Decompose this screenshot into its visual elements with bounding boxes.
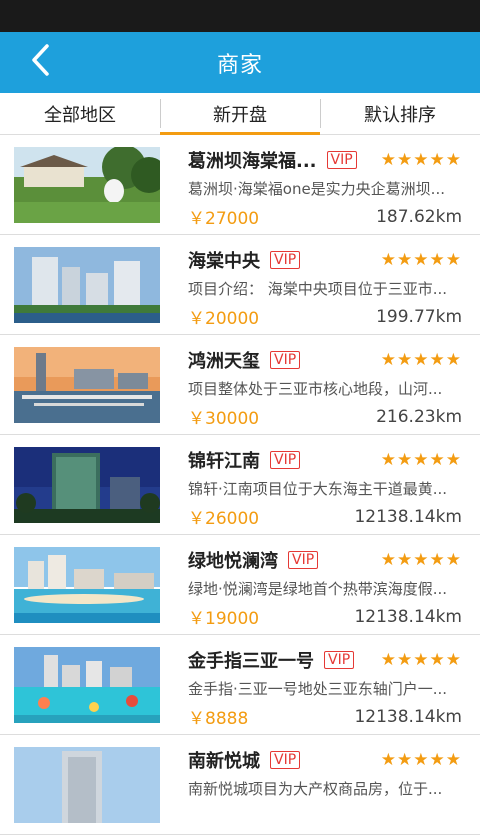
listing-image <box>14 447 160 523</box>
rating-stars: ★★★★★ <box>380 250 462 270</box>
listing-distance: 216.23km <box>376 406 462 427</box>
listing-image <box>14 147 160 223</box>
listing-name: 锦轩江南 <box>188 451 260 472</box>
rating-stars: ★★★★★ <box>380 650 462 670</box>
listing-distance: 199.77km <box>376 306 462 327</box>
list-item[interactable]: 海棠中央 VIP ★★★★★ 项目介绍： 海棠中央项目位于三亚市... ￥200… <box>0 235 480 335</box>
page-title: 商家 <box>216 52 263 78</box>
vip-badge: VIP <box>270 751 301 769</box>
listing-description: 项目介绍： 海棠中央项目位于三亚市... <box>188 280 448 298</box>
listing-description: 葛洲坝·海棠福one是实力央企葛洲坝... <box>188 180 445 198</box>
tab-label: 全部地区 <box>44 104 116 126</box>
chevron-left-icon <box>30 44 50 80</box>
listing-description: 锦轩·江南项目位于大东海主干道最黄... <box>188 480 448 498</box>
back-button[interactable] <box>24 44 56 80</box>
nav-bar: 商家 <box>0 32 480 93</box>
rating-stars: ★★★★★ <box>380 150 462 170</box>
list-item[interactable]: 金手指三亚一号 VIP ★★★★★ 金手指·三亚一号地处三亚东轴门户一... ￥… <box>0 635 480 735</box>
listing-description: 南新悦城项目为大产权商品房，位于... <box>188 780 443 798</box>
listing-description: 绿地·悦澜湾是绿地首个热带滨海度假... <box>188 580 448 598</box>
listing-distance: 12138.14km <box>354 706 462 727</box>
tab-default-sort[interactable]: 默认排序 <box>320 93 480 134</box>
vip-badge: VIP <box>270 251 301 269</box>
listing-image <box>14 347 160 423</box>
list-item[interactable]: 南新悦城 VIP ★★★★★ 南新悦城项目为大产权商品房，位于... <box>0 735 480 835</box>
rating-stars: ★★★★★ <box>380 750 462 770</box>
listing-name: 绿地悦澜湾 <box>188 551 278 572</box>
list-item[interactable]: 绿地悦澜湾 VIP ★★★★★ 绿地·悦澜湾是绿地首个热带滨海度假... ￥19… <box>0 535 480 635</box>
rating-stars: ★★★★★ <box>380 550 462 570</box>
listing-image <box>14 547 160 623</box>
list-item[interactable]: 葛洲坝海棠福... VIP ★★★★★ 葛洲坝·海棠福one是实力央企葛洲坝..… <box>0 135 480 235</box>
listing-distance: 12138.14km <box>354 606 462 627</box>
vip-badge: VIP <box>270 351 301 369</box>
rating-stars: ★★★★★ <box>380 450 462 470</box>
listing-description: 金手指·三亚一号地处三亚东轴门户一... <box>188 680 448 698</box>
listing-price: ￥30000 <box>188 409 260 429</box>
listing-price: ￥19000 <box>188 609 260 629</box>
vip-badge: VIP <box>270 451 301 469</box>
vip-badge: VIP <box>288 551 319 569</box>
listing-image <box>14 247 160 323</box>
list-item[interactable]: 鸿洲天玺 VIP ★★★★★ 项目整体处于三亚市核心地段，山河... ￥3000… <box>0 335 480 435</box>
rating-stars: ★★★★★ <box>380 350 462 370</box>
listing-name: 葛洲坝海棠福... <box>188 151 317 172</box>
listing-price: ￥20000 <box>188 309 260 329</box>
listing-list: 葛洲坝海棠福... VIP ★★★★★ 葛洲坝·海棠福one是实力央企葛洲坝..… <box>0 135 480 835</box>
status-bar <box>0 0 480 32</box>
listing-name: 鸿洲天玺 <box>188 351 260 372</box>
tab-label: 新开盘 <box>213 104 267 126</box>
listing-name: 金手指三亚一号 <box>188 651 314 672</box>
listing-distance: 187.62km <box>376 206 462 227</box>
list-item[interactable]: 锦轩江南 VIP ★★★★★ 锦轩·江南项目位于大东海主干道最黄... ￥260… <box>0 435 480 535</box>
listing-distance: 12138.14km <box>354 506 462 527</box>
vip-badge: VIP <box>324 651 355 669</box>
listing-price: ￥8888 <box>188 709 249 729</box>
listing-description: 项目整体处于三亚市核心地段，山河... <box>188 380 443 398</box>
listing-name: 南新悦城 <box>188 751 260 772</box>
listing-price: ￥27000 <box>188 209 260 229</box>
listing-price: ￥26000 <box>188 509 260 529</box>
tab-label: 默认排序 <box>364 104 436 126</box>
tab-new-openings[interactable]: 新开盘 <box>160 93 320 135</box>
filter-tabs: 全部地区 新开盘 默认排序 <box>0 93 480 135</box>
listing-name: 海棠中央 <box>188 251 260 272</box>
listing-image <box>14 747 160 823</box>
tab-all-regions[interactable]: 全部地区 <box>0 93 160 134</box>
vip-badge: VIP <box>326 151 357 169</box>
listing-image <box>14 647 160 723</box>
